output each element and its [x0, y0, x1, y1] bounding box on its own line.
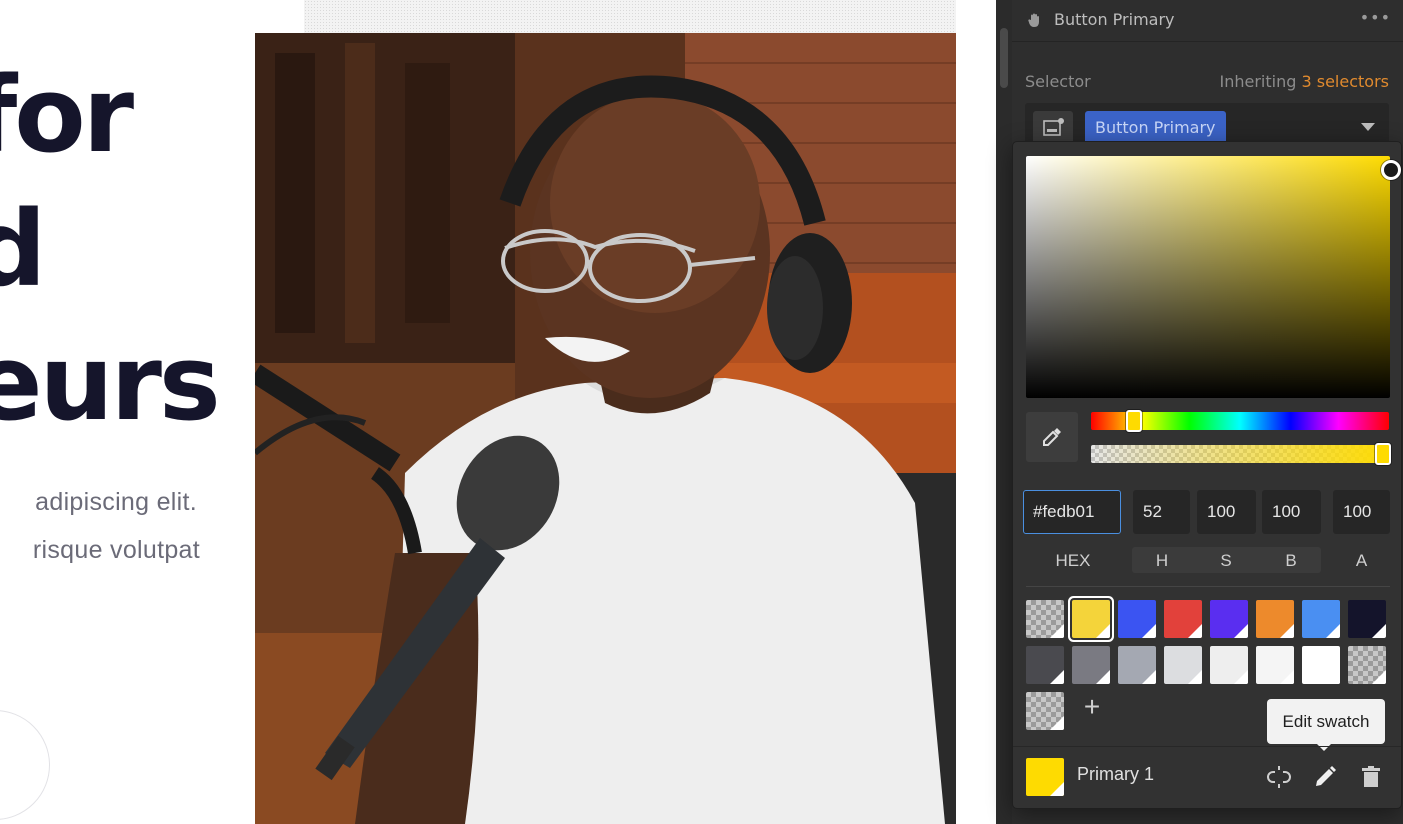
hero-paragraph[interactable]: adipiscing elit. risque volutpat: [0, 478, 250, 574]
hue-slider-knob[interactable]: [1125, 410, 1142, 432]
more-options-icon[interactable]: •••: [1360, 8, 1391, 27]
hue-slider[interactable]: [1091, 410, 1389, 432]
hue-input[interactable]: 52: [1133, 490, 1190, 534]
selector-label: Selector: [1025, 72, 1091, 91]
color-swatch[interactable]: [1072, 646, 1110, 684]
color-swatch[interactable]: [1348, 600, 1386, 638]
color-swatch[interactable]: [1256, 600, 1294, 638]
hero-heading-line-1: for: [0, 54, 134, 176]
hand-icon: [1028, 13, 1039, 27]
color-swatch[interactable]: [1118, 600, 1156, 638]
color-swatch[interactable]: [1118, 646, 1156, 684]
hero-heading[interactable]: for d eurs: [0, 48, 250, 450]
color-picker-popup: #fedb01 52 100 100 100 HEX H S B A + Edi…: [1012, 141, 1402, 809]
edit-swatch-icon[interactable]: [1311, 763, 1339, 791]
alpha-slider[interactable]: [1091, 443, 1391, 465]
design-canvas: for d eurs adipiscing elit. risque volut…: [0, 0, 996, 824]
h-label: H: [1155, 551, 1169, 570]
eyedropper-icon: [1043, 428, 1061, 446]
saturation-input[interactable]: 100: [1197, 490, 1256, 534]
b-label: B: [1285, 551, 1297, 570]
a-label: A: [1355, 551, 1368, 570]
saturation-brightness-handle[interactable]: [1381, 160, 1401, 180]
panel-header: Button Primary •••: [1012, 0, 1403, 42]
selector-chip-button-primary[interactable]: Button Primary: [1085, 111, 1226, 145]
hero-photo[interactable]: [255, 33, 956, 824]
inheriting-count-link[interactable]: 3 selectors: [1301, 72, 1389, 91]
color-swatch[interactable]: [1072, 600, 1110, 638]
brightness-input[interactable]: 100: [1262, 490, 1321, 534]
hero-heading-line-3: eurs: [0, 322, 221, 444]
add-swatch-button[interactable]: +: [1079, 693, 1105, 721]
color-swatch[interactable]: [1210, 600, 1248, 638]
color-swatch[interactable]: [1026, 692, 1064, 730]
hero-paragraph-line-1: adipiscing elit.: [35, 488, 197, 516]
alpha-input[interactable]: 100: [1333, 490, 1390, 534]
color-swatch[interactable]: [1164, 646, 1202, 684]
saturation-brightness-area[interactable]: [1026, 156, 1401, 398]
footer-divider: [1013, 746, 1401, 747]
inheriting-prefix: Inheriting: [1219, 72, 1297, 91]
canvas-padding-band: [304, 0, 956, 34]
delete-swatch-icon[interactable]: [1357, 763, 1385, 791]
color-swatch[interactable]: [1256, 646, 1294, 684]
hex-input[interactable]: #fedb01: [1023, 490, 1121, 534]
inheriting-label[interactable]: Inheriting 3 selectors: [1220, 72, 1390, 91]
color-swatch[interactable]: [1164, 600, 1202, 638]
canvas-scrollbar[interactable]: [996, 0, 1012, 824]
color-swatch[interactable]: [1302, 600, 1340, 638]
hero-heading-line-2: d: [0, 188, 46, 310]
color-swatch[interactable]: [1348, 646, 1386, 684]
eyedropper-button[interactable]: [1026, 412, 1078, 462]
play-button-circle[interactable]: [0, 710, 50, 820]
podcaster-image: [255, 33, 956, 824]
alpha-slider-knob[interactable]: [1375, 443, 1391, 465]
picker-divider: [1026, 586, 1390, 587]
hero-paragraph-line-2: risque volutpat: [32, 536, 200, 564]
s-label: S: [1220, 551, 1232, 570]
color-swatch[interactable]: [1026, 646, 1064, 684]
unlink-swatch-icon[interactable]: [1265, 763, 1293, 791]
hex-mode-label[interactable]: HEX: [1026, 548, 1120, 574]
active-swatch-preview: [1026, 758, 1064, 796]
selected-element-name: Button Primary: [1054, 10, 1175, 29]
color-swatch[interactable]: [1026, 600, 1064, 638]
color-swatch[interactable]: [1210, 646, 1248, 684]
edit-swatch-tooltip: Edit swatch: [1267, 699, 1385, 751]
selector-element-icon[interactable]: [1033, 111, 1073, 145]
selector-dropdown-arrow-icon[interactable]: [1361, 123, 1375, 131]
active-swatch-name: Primary 1: [1077, 764, 1155, 784]
color-swatch[interactable]: [1302, 646, 1340, 684]
scrollbar-thumb[interactable]: [1000, 28, 1008, 88]
